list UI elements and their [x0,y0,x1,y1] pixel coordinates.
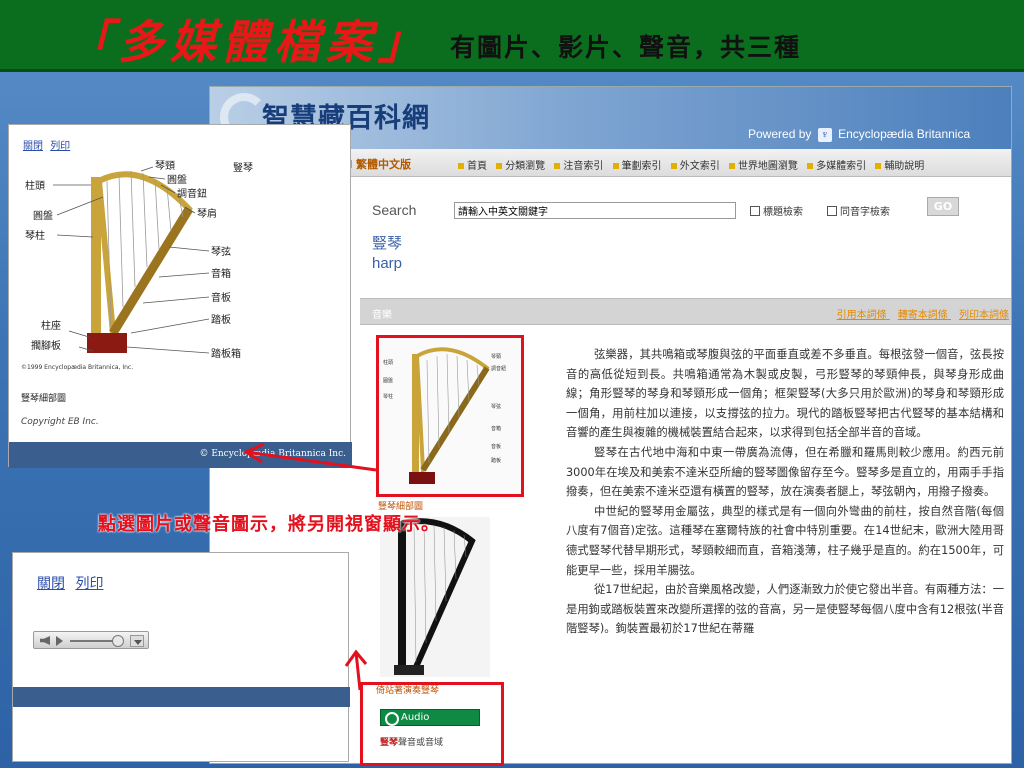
highlight-audio-box [360,682,504,766]
article-paragraph: 從17世紀起，由於音樂風格改變，人們逐漸致力於使它發出半音。有兩種方法：一是用鉤… [566,583,1004,636]
image-popup-footer: © Encyclopædia Britannica Inc. [9,442,352,468]
slide-subtitle: 有圖片、影片、聲音，共三種 [450,33,802,62]
slide-header: 「多媒體檔案」 有圖片、影片、聲音，共三種 [0,0,1024,72]
label-soundbox: 音箱 [211,267,231,280]
image-popup-window: 關閉 列印 柱頭 琴頸 圓盤 調音鈕 豎琴 圓盤 琴肩 琴柱 琴弦 音箱 音板 … [8,124,352,468]
audio-player[interactable] [33,631,149,649]
label-harp: 豎琴 [233,162,253,174]
label-footrest: 擱腳板 [31,339,61,352]
print-entry-link[interactable]: 列印本詞條 [959,310,1009,321]
article-paragraph: 豎琴在古代地中海和中東一帶廣為流傳，但在希臘和羅馬則較少應用。約西元前3000年… [566,445,1004,499]
instruction-callout: 點選圖片或聲音圖示，將另開視窗顯示。 [98,514,440,535]
homophone-search-checkbox[interactable]: 同音字檢索 [827,203,890,218]
entry-title-en: harp [372,255,403,272]
search-input[interactable] [454,202,736,219]
audio-popup-window: 關閉 列印 [12,552,350,762]
label-disc-2: 圓盤 [33,209,53,222]
nav-item-multimedia[interactable]: 多媒體索引 [807,161,866,172]
close-link[interactable]: 關閉 [37,576,65,592]
category-bar: 音樂 引用本詞條 轉寄本詞條 列印本詞條 [360,298,1011,325]
nav-item-foreign[interactable]: 外文索引 [671,161,720,172]
nav-item-help[interactable]: 輔助說明 [875,161,924,172]
audio-popup-footer-bar [13,687,350,707]
diagram-copyright: ©1999 Encyclopædia Britannica, Inc. [21,364,133,371]
label-neck: 琴頸 [155,160,175,172]
label-tuning-pin: 調音鈕 [177,187,207,200]
cite-entry-link[interactable]: 引用本詞條 [837,310,887,321]
highlight-image-box [376,335,524,497]
harp-photo[interactable] [380,517,490,677]
powered-by: Powered by ♆ Encyclopædia Britannica [748,127,971,142]
volume-icon[interactable] [40,636,50,645]
edition-label[interactable]: 繁體中文版 [344,156,411,172]
player-menu-dropdown[interactable] [130,635,144,647]
label-capital: 柱頭 [25,179,45,192]
nav-item-world-map[interactable]: 世界地圖瀏覽 [729,161,798,172]
article-paragraph: 中世紀的豎琴用金屬弦，典型的樣式是有一個向外彎曲的前柱，按自然音階(每個八度有7… [566,504,1004,577]
label-pillar: 琴柱 [25,229,45,242]
category-label[interactable]: 音樂 [372,306,392,321]
print-link[interactable]: 列印 [75,576,103,592]
image-popup-caption: 豎琴細部圖 [21,394,67,404]
nav-item-zhuyin[interactable]: 注音索引 [554,161,603,172]
title-search-checkbox[interactable]: 標題檢索 [750,203,803,218]
label-pedal: 踏板 [211,313,231,326]
article-body: 弦樂器，其共鳴箱或琴腹與弦的平面垂直或差不多垂直。每根弦發一個音，弦長按音的高低… [566,345,1004,639]
play-icon[interactable] [56,636,63,646]
britannica-thistle-icon: ♆ [817,128,832,142]
print-link[interactable]: 列印 [50,141,70,152]
nav-item-home[interactable]: 首頁 [458,161,487,172]
article-paragraph: 弦樂器，其共鳴箱或琴腹與弦的平面垂直或差不多垂直。每根弦發一個音，弦長按音的高低… [566,348,1004,440]
forward-entry-link[interactable]: 轉寄本詞條 [898,310,948,321]
entry-title-zh: 豎琴 [372,234,403,252]
label-shoulder: 琴肩 [197,207,217,220]
search-label: Search [372,202,417,218]
label-strings: 琴弦 [211,245,231,258]
image-popup-copyright: Copyright EB Inc. [21,417,99,427]
image-popup-links: 關閉 列印 [23,137,74,152]
harp-diagram: 柱頭 琴頸 圓盤 調音鈕 豎琴 圓盤 琴肩 琴柱 琴弦 音箱 音板 柱座 踏板 … [21,160,253,371]
label-base: 柱座 [41,319,61,332]
label-pedal-box: 踏板箱 [211,347,241,360]
close-link[interactable]: 關閉 [23,141,43,152]
nav-items: 首頁 分類瀏覽 注音索引 筆劃索引 外文索引 世界地圖瀏覽 多媒體索引 輔助說明 [458,157,930,172]
nav-item-category[interactable]: 分類瀏覽 [496,161,545,172]
seek-handle[interactable] [112,635,124,647]
nav-item-stroke[interactable]: 筆劃索引 [613,161,662,172]
go-button[interactable]: GO [927,197,959,216]
entry-actions: 引用本詞條 轉寄本詞條 列印本詞條 [829,306,1009,321]
slide-title: 「多媒體檔案」 [66,15,430,69]
label-disc: 圓盤 [167,173,187,186]
audio-popup-links: 關閉 列印 [37,573,109,593]
label-soundboard: 音板 [211,291,231,304]
